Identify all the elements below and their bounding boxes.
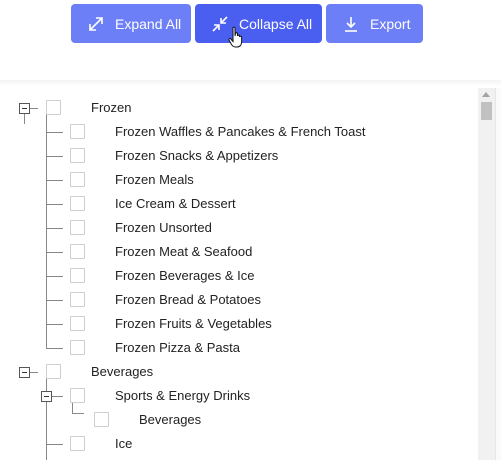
tree-scrollbar[interactable] bbox=[478, 88, 495, 460]
tree-node-label: Sports & Energy Drinks bbox=[115, 388, 251, 403]
tree-node-label: Beverages bbox=[91, 364, 154, 379]
tree-node-label: Ice Cream & Dessert bbox=[115, 196, 236, 211]
tree-checkbox[interactable] bbox=[70, 436, 85, 451]
download-icon bbox=[342, 15, 360, 33]
tree-node-label: Frozen Bread & Potatoes bbox=[115, 292, 261, 307]
tree-node-label: Ice bbox=[115, 436, 133, 451]
tree-checkbox[interactable] bbox=[70, 292, 85, 307]
tree-checkbox[interactable] bbox=[70, 148, 85, 163]
expand-all-label: Expand All bbox=[115, 15, 182, 32]
toolbar: Expand All Collapse All Export bbox=[0, 0, 501, 80]
hand-pointer-icon bbox=[228, 26, 246, 48]
collapse-all-label: Collapse All bbox=[239, 15, 313, 32]
tree-node-label: Frozen Meat & Seafood bbox=[115, 244, 253, 259]
tree-checkbox[interactable] bbox=[70, 340, 85, 355]
tree-node-label: Frozen Snacks & Appetizers bbox=[115, 148, 279, 163]
right-edge bbox=[495, 88, 501, 460]
tree-node[interactable]: Ice bbox=[0, 432, 478, 456]
tree-node[interactable]: Frozen Waffles & Pancakes & French Toast bbox=[0, 120, 478, 144]
tree-node[interactable]: Ice Cream & Dessert bbox=[0, 192, 478, 216]
category-tree: Frozen Frozen Waffles & Pancakes & Frenc… bbox=[0, 88, 478, 460]
tree-node-label: Beverages bbox=[139, 412, 202, 427]
tree-node[interactable]: Frozen Beverages & Ice bbox=[0, 264, 478, 288]
tree-checkbox[interactable] bbox=[46, 100, 61, 115]
collapse-toggle-icon[interactable] bbox=[41, 391, 52, 402]
export-label: Export bbox=[370, 15, 411, 32]
tree-checkbox[interactable] bbox=[70, 196, 85, 211]
collapse-all-button[interactable]: Collapse All bbox=[195, 4, 322, 43]
tree-node-frozen[interactable]: Frozen bbox=[0, 96, 478, 120]
tree-node[interactable]: Frozen Unsorted bbox=[0, 216, 478, 240]
toolbar-divider bbox=[0, 80, 501, 86]
export-button[interactable]: Export bbox=[326, 4, 423, 43]
tree-node-label: Frozen Meals bbox=[115, 172, 194, 187]
tree-node[interactable]: Frozen Meat & Seafood bbox=[0, 240, 478, 264]
tree-node-beverages[interactable]: Beverages bbox=[0, 360, 478, 384]
collapse-toggle-icon[interactable] bbox=[19, 103, 30, 114]
tree-checkbox[interactable] bbox=[46, 364, 61, 379]
tree-node[interactable]: Frozen Meals bbox=[0, 168, 478, 192]
tree-node-label: Frozen Waffles & Pancakes & French Toast bbox=[115, 124, 366, 139]
tree-node-label: Frozen Fruits & Vegetables bbox=[115, 316, 272, 331]
tree-checkbox[interactable] bbox=[70, 244, 85, 259]
tree-node-label: Frozen bbox=[91, 100, 132, 115]
collapse-toggle-icon[interactable] bbox=[19, 367, 30, 378]
tree-checkbox[interactable] bbox=[70, 172, 85, 187]
tree-checkbox[interactable] bbox=[70, 220, 85, 235]
tree-checkbox[interactable] bbox=[70, 316, 85, 331]
tree-node-label: Frozen Unsorted bbox=[115, 220, 212, 235]
tree-checkbox[interactable] bbox=[94, 412, 109, 427]
tree-checkbox[interactable] bbox=[70, 268, 85, 283]
tree-node[interactable]: Frozen Pizza & Pasta bbox=[0, 336, 478, 360]
scroll-up-icon[interactable] bbox=[482, 92, 490, 97]
tree-node-sports-energy[interactable]: Sports & Energy Drinks bbox=[0, 384, 478, 408]
tree-node[interactable]: Frozen Fruits & Vegetables bbox=[0, 312, 478, 336]
tree-checkbox[interactable] bbox=[70, 388, 85, 403]
expand-arrows-icon bbox=[87, 15, 105, 33]
tree-node-label: Frozen Pizza & Pasta bbox=[115, 340, 240, 355]
expand-all-button[interactable]: Expand All bbox=[71, 4, 191, 43]
tree-node[interactable]: Frozen Snacks & Appetizers bbox=[0, 144, 478, 168]
tree-node[interactable]: Frozen Bread & Potatoes bbox=[0, 288, 478, 312]
scrollbar-thumb[interactable] bbox=[481, 102, 492, 120]
tree-node-label: Frozen Beverages & Ice bbox=[115, 268, 255, 283]
collapse-arrows-icon bbox=[211, 15, 229, 33]
tree-checkbox[interactable] bbox=[70, 124, 85, 139]
tree-node[interactable]: Beverages bbox=[0, 408, 478, 432]
